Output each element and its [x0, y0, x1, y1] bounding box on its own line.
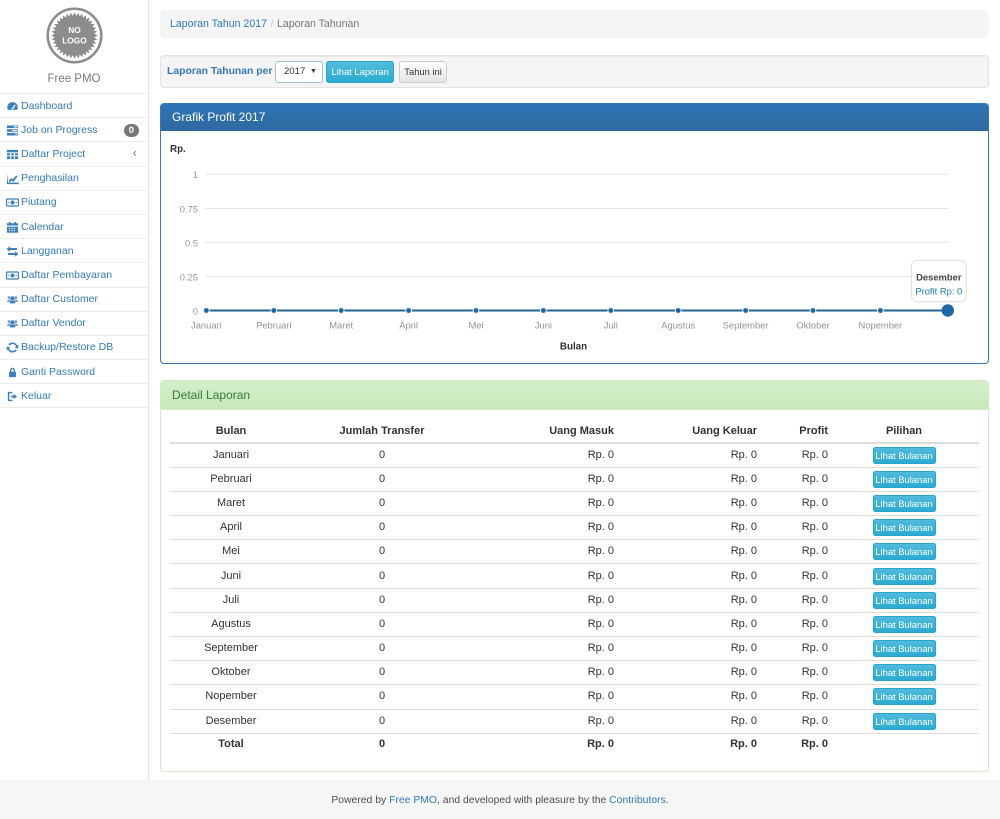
svg-text:April: April — [399, 320, 418, 331]
svg-text:Juli: Juli — [604, 320, 618, 331]
svg-text:NO: NO — [68, 25, 81, 35]
svg-text:Oktober: Oktober — [796, 320, 829, 331]
svg-text:Desember: Desember — [916, 272, 962, 283]
svg-text:LOGO: LOGO — [62, 35, 87, 45]
svg-text:Profit Rp: 0: Profit Rp: 0 — [915, 286, 962, 297]
svg-text:1: 1 — [193, 169, 198, 180]
svg-text:Juni: Juni — [535, 320, 552, 331]
svg-text:September: September — [723, 320, 769, 331]
svg-text:Nopember: Nopember — [859, 320, 903, 331]
svg-text:Rp.: Rp. — [170, 144, 186, 155]
svg-text:Maret: Maret — [329, 320, 353, 331]
svg-text:Pebruari: Pebruari — [256, 320, 291, 331]
svg-text:Januari: Januari — [191, 320, 222, 331]
svg-text:Mei: Mei — [468, 320, 483, 331]
svg-text:0.75: 0.75 — [180, 203, 198, 214]
svg-text:0.25: 0.25 — [180, 271, 198, 282]
svg-text:Agustus: Agustus — [661, 320, 695, 331]
svg-text:0.5: 0.5 — [185, 237, 198, 248]
svg-text:0: 0 — [193, 305, 198, 316]
svg-text:Bulan: Bulan — [560, 342, 587, 353]
